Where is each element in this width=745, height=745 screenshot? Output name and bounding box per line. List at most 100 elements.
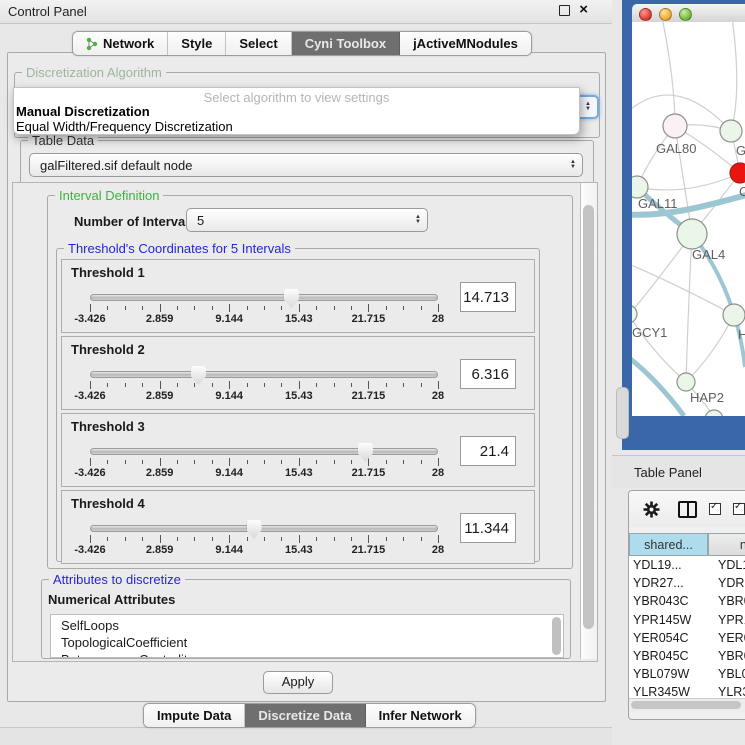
attribute-list-item[interactable]: SelfLoops — [61, 617, 563, 634]
cell-name[interactable]: YBL0 — [708, 667, 745, 681]
dropdown-item-equal-width[interactable]: Equal Width/Frequency Discretization — [16, 119, 233, 134]
tick-mark — [281, 460, 282, 464]
window-close-button[interactable] — [639, 8, 652, 21]
cell-shared-name[interactable]: YBR043C — [629, 594, 708, 608]
table-row[interactable]: YER054CYER0 — [629, 629, 745, 647]
window-zoom-button[interactable] — [679, 8, 692, 21]
dropdown-item-manual-discretization[interactable]: Manual Discretization — [16, 104, 150, 119]
threshold-value-box[interactable]: 6.316 — [460, 359, 516, 389]
cell-name[interactable]: YPR1 — [708, 613, 745, 627]
table-horizontal-scrollbar[interactable] — [629, 698, 745, 712]
tick-mark — [177, 460, 178, 464]
cell-shared-name[interactable]: YLR345W — [629, 685, 708, 698]
threshold-value-box[interactable]: 21.4 — [460, 436, 516, 466]
table-row[interactable]: YLR345WYLR3 — [629, 683, 745, 698]
attribute-list-item[interactable]: BetweennessCentrality — [61, 651, 563, 658]
table-row[interactable]: YBR045CYBR0 — [629, 647, 745, 665]
interval-definition-group: Interval Definition Number of Intervals … — [47, 195, 573, 569]
threshold-value-box[interactable]: 11.344 — [460, 513, 516, 543]
threshold-slider[interactable]: -3.4262.8599.14415.4321.71528 — [90, 363, 438, 407]
cell-name[interactable]: YER0 — [708, 631, 745, 645]
slider-track[interactable] — [90, 371, 438, 378]
slider-track[interactable] — [90, 525, 438, 532]
cell-name[interactable]: YDR2 — [708, 576, 745, 590]
tick-mark — [194, 306, 195, 310]
tab-label: Impute Data — [157, 708, 231, 723]
gear-icon[interactable] — [643, 501, 660, 518]
network-nodes[interactable] — [632, 114, 745, 416]
tab-cyni-toolbox[interactable]: Cyni Toolbox — [292, 32, 400, 55]
node-g[interactable] — [720, 120, 742, 142]
threshold-slider[interactable]: -3.4262.8599.14415.4321.71528 — [90, 286, 438, 330]
network-canvas[interactable]: GAL80 G C GAL11 GAL4 GCY1 H HAP2 — [632, 22, 745, 416]
cell-shared-name[interactable]: YBL079W — [629, 667, 708, 681]
table-data-combobox[interactable]: galFiltered.sif default node ▲▼ — [29, 153, 583, 177]
tick-mark — [299, 304, 300, 312]
slider-track[interactable] — [90, 448, 438, 455]
tab-style[interactable]: Style — [168, 32, 226, 55]
cell-name[interactable]: YBR0 — [708, 649, 745, 663]
tab-jactivemnodules[interactable]: jActiveMNodules — [400, 32, 531, 55]
tick-mark — [160, 381, 161, 389]
table-row[interactable]: YDL19...YDL1 — [629, 556, 745, 574]
tab-discretize-data[interactable]: Discretize Data — [245, 704, 365, 727]
tick-label: 2.859 — [146, 467, 174, 479]
threshold-slider[interactable]: -3.4262.8599.14415.4321.71528 — [90, 440, 438, 484]
control-panel-title: Control Panel — [8, 4, 87, 19]
window-minimize-button[interactable] — [659, 8, 672, 21]
table-row[interactable]: YBR043CYBR0 — [629, 592, 745, 610]
cell-name[interactable]: YBR0 — [708, 594, 745, 608]
tab-select[interactable]: Select — [226, 32, 291, 55]
table-row[interactable]: YPR145WYPR1 — [629, 611, 745, 629]
cell-shared-name[interactable]: YDL19... — [629, 558, 708, 572]
threshold-slider[interactable]: -3.4262.8599.14415.4321.71528 — [90, 517, 438, 561]
tick-mark — [247, 460, 248, 464]
tab-network[interactable]: Network — [73, 32, 168, 55]
table-row[interactable]: YBL079WYBL0 — [629, 665, 745, 683]
cell-name[interactable]: YDL1 — [708, 558, 745, 572]
tab-impute-data[interactable]: Impute Data — [144, 704, 245, 727]
attribute-items: SelfLoopsTopologicalCoefficientBetweenne… — [51, 615, 563, 658]
cell-shared-name[interactable]: YBR045C — [629, 649, 708, 663]
scrollbar-thumb[interactable] — [583, 205, 594, 629]
node-h[interactable] — [723, 304, 745, 326]
node-gal4[interactable] — [677, 219, 707, 249]
table-body[interactable]: YDL19...YDL1YDR27...YDR2YBR043CYBR0YPR14… — [629, 556, 745, 698]
tick-mark — [368, 535, 369, 543]
tick-mark — [316, 306, 317, 310]
node-gal80[interactable] — [663, 114, 687, 138]
close-icon[interactable]: × — [579, 4, 588, 16]
float-window-icon[interactable] — [559, 5, 570, 16]
tick-mark — [264, 460, 265, 464]
threshold-value-box[interactable]: 14.713 — [460, 282, 516, 312]
table-row[interactable]: YDR27...YDR2 — [629, 574, 745, 592]
settings-vertical-scrollbar[interactable] — [580, 183, 597, 659]
cell-shared-name[interactable]: YER054C — [629, 631, 708, 645]
numerical-attributes-list[interactable]: SelfLoopsTopologicalCoefficientBetweenne… — [50, 614, 564, 658]
node-red[interactable] — [730, 163, 745, 183]
cell-name[interactable]: YLR3 — [708, 685, 745, 698]
node-hap2[interactable] — [677, 373, 695, 391]
node-gcy1[interactable] — [632, 305, 637, 323]
threshold-label: Threshold 3 — [71, 419, 145, 434]
apply-button[interactable]: Apply — [263, 671, 333, 694]
node-partial[interactable] — [705, 410, 723, 416]
slider-track[interactable] — [90, 294, 438, 301]
split-pane-handle[interactable] — [616, 387, 629, 439]
tick-mark — [160, 535, 161, 543]
checkbox-icon[interactable] — [709, 503, 721, 515]
column-header-name[interactable]: n... — [708, 533, 745, 556]
tick-mark — [264, 383, 265, 387]
checkbox-icon[interactable] — [733, 503, 745, 515]
tick-label: 2.859 — [146, 390, 174, 402]
column-header-shared-name[interactable]: shared... — [629, 533, 708, 556]
scrollbar-thumb[interactable] — [631, 701, 741, 709]
attribute-list-item[interactable]: TopologicalCoefficient — [61, 634, 563, 651]
number-of-intervals-combobox[interactable]: 5 ▲▼ — [186, 208, 428, 232]
columns-icon[interactable] — [678, 501, 697, 518]
node-gal11[interactable] — [632, 176, 648, 198]
cell-shared-name[interactable]: YPR145W — [629, 613, 708, 627]
list-scrollbar[interactable] — [552, 617, 561, 655]
cell-shared-name[interactable]: YDR27... — [629, 576, 708, 590]
tab-infer-network[interactable]: Infer Network — [366, 704, 475, 727]
